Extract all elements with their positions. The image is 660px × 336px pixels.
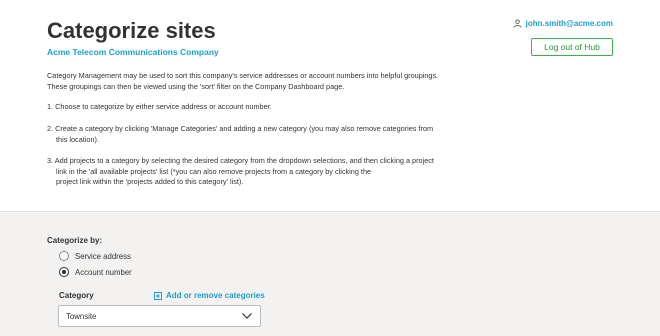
step-3-line-3: project link within the 'projects added …	[56, 177, 244, 186]
radio-service-address[interactable]: Service address	[59, 251, 131, 261]
chevron-down-icon	[242, 313, 252, 319]
intro-line-1: Category Management may be used to sort …	[47, 71, 439, 80]
step-3: 3. Add projects to a category by selecti…	[47, 156, 434, 188]
user-account[interactable]: john.smith@acme.com	[513, 19, 613, 28]
step-2-line-2: this location).	[56, 134, 99, 144]
step-2: 2. Create a category by clicking 'Manage…	[47, 124, 433, 145]
user-email: john.smith@acme.com	[525, 19, 613, 28]
step-2-line-1: 2. Create a category by clicking 'Manage…	[47, 124, 434, 133]
categorize-by-label: Categorize by:	[47, 236, 103, 245]
step-3-line-1: 3. Add projects to a category by selecti…	[47, 156, 434, 165]
manage-categories-label: Add or remove categories	[166, 291, 265, 300]
intro-text: Category Management may be used to sort …	[47, 71, 477, 92]
step-1: 1. Choose to categorize by either servic…	[47, 102, 272, 113]
page-title: Categorize sites	[47, 18, 216, 43]
step-3-line-2: link in the 'all available projects' lis…	[56, 166, 372, 176]
radio-service-address-control[interactable]	[59, 251, 69, 261]
header-section: Categorize sites Acme Telecom Communicat…	[0, 0, 660, 211]
category-label: Category	[59, 291, 94, 300]
step-1-line-1: 1. Choose to categorize by either servic…	[47, 102, 272, 111]
radio-account-number-control[interactable]	[59, 267, 69, 277]
user-icon	[513, 19, 522, 28]
category-select-value: Townsite	[66, 311, 97, 321]
manage-categories-link[interactable]: Add or remove categories	[154, 291, 265, 300]
radio-account-number[interactable]: Account number	[59, 267, 132, 277]
radio-account-number-label: Account number	[75, 267, 132, 277]
company-name: Acme Telecom Communications Company	[47, 47, 219, 57]
intro-line-2: These groupings can then be viewed using…	[47, 81, 345, 91]
logout-button[interactable]: Log out of Hub	[531, 38, 613, 56]
radio-service-address-label: Service address	[75, 251, 131, 261]
category-select[interactable]: Townsite	[58, 305, 261, 327]
add-box-icon	[154, 291, 162, 300]
